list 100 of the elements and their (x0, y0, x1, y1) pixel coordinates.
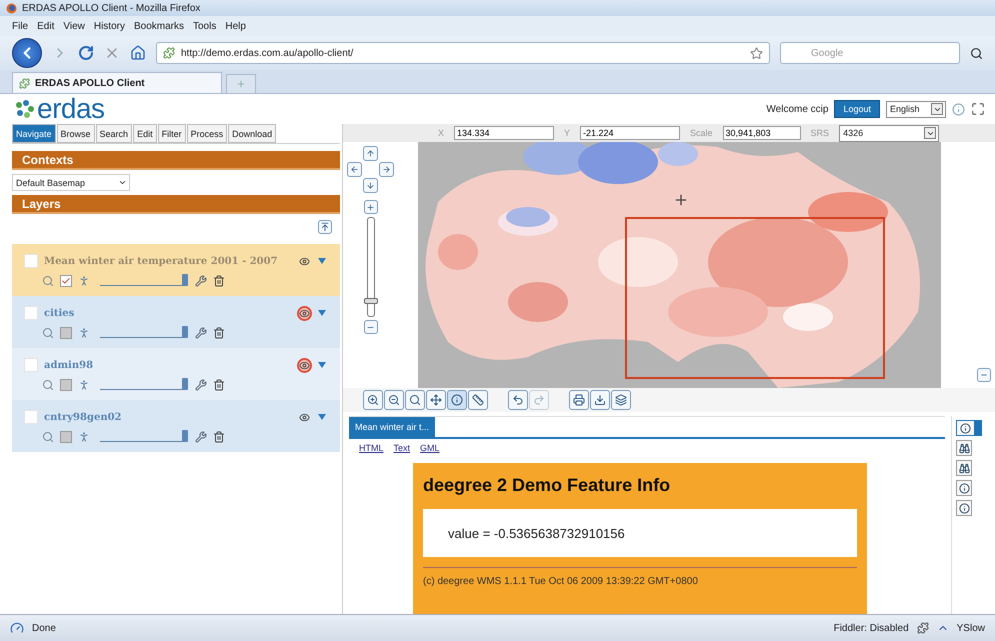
visibility-toggle[interactable] (297, 306, 312, 320)
browser-tab[interactable]: ERDAS APOLLO Client (12, 72, 222, 93)
wrench-icon[interactable] (195, 326, 207, 338)
menu-item[interactable]: Bookmarks (134, 20, 184, 32)
format-link[interactable]: HTML (359, 443, 384, 453)
result-tab[interactable]: Mean winter air t... (349, 417, 436, 437)
coordinate-field[interactable]: -21.224 (580, 126, 680, 140)
opacity-slider-thumb[interactable] (182, 430, 188, 442)
coordinate-field[interactable]: 134.334 (454, 126, 554, 140)
menu-item[interactable]: File (12, 20, 28, 32)
zoom-in-button[interactable] (363, 390, 383, 410)
layer-checkbox[interactable] (24, 358, 38, 372)
language-select[interactable]: English (886, 100, 946, 118)
query-checkbox[interactable] (60, 378, 72, 390)
zoom-box-button[interactable] (405, 390, 425, 410)
yslow-label[interactable]: YSlow (956, 622, 985, 634)
back-button[interactable] (12, 38, 42, 68)
wrench-icon[interactable] (195, 378, 207, 390)
pan-button[interactable] (426, 390, 446, 410)
srs-select[interactable]: 4326 (839, 124, 940, 142)
crosshair-icon (673, 192, 689, 208)
figure-icon[interactable] (78, 274, 90, 286)
query-checkbox[interactable] (60, 326, 72, 338)
app-tab[interactable]: Search (96, 124, 132, 143)
browser-logo-icon (6, 2, 17, 14)
layer-checkbox[interactable] (24, 306, 38, 320)
menu-item[interactable]: View (63, 20, 85, 32)
trash-icon[interactable] (213, 274, 225, 286)
search-field[interactable]: Google (780, 42, 960, 64)
layer-checkbox[interactable] (24, 410, 38, 424)
opacity-slider-thumb[interactable] (182, 326, 188, 338)
menu-item[interactable]: History (94, 20, 125, 32)
addon-icon[interactable] (916, 622, 929, 634)
app-tab[interactable]: Filter (158, 124, 186, 143)
query-checkbox[interactable] (60, 430, 72, 442)
caret-icon[interactable] (318, 310, 326, 316)
layer-checkbox[interactable] (24, 254, 38, 268)
wrench-icon[interactable] (195, 430, 207, 442)
pan-down-button[interactable] (362, 178, 378, 193)
export-button[interactable] (590, 390, 610, 410)
app-tab[interactable]: Process (186, 124, 228, 143)
print-icon (573, 394, 585, 406)
zoom-out-button[interactable] (364, 320, 378, 334)
address-field[interactable]: http://demo.erdas.com.au/apollo-client/ (156, 42, 770, 64)
info-icon[interactable] (952, 102, 965, 116)
opacity-slider-thumb[interactable] (182, 274, 188, 286)
caret-icon[interactable] (318, 258, 326, 264)
logout-button[interactable]: Logout (834, 100, 880, 118)
info-button[interactable] (956, 480, 972, 496)
eye-icon (299, 256, 310, 266)
status-text: Done (32, 622, 56, 634)
zoom-in-button[interactable] (364, 200, 378, 214)
caret-icon[interactable] (318, 414, 326, 420)
upload-button[interactable] (318, 220, 332, 234)
panel-toggle-button[interactable] (977, 368, 991, 382)
print-button[interactable] (569, 390, 589, 410)
menu-item[interactable]: Help (225, 20, 246, 32)
query-checkbox[interactable] (60, 274, 72, 286)
binoculars-button[interactable] (956, 440, 972, 456)
menu-item[interactable]: Edit (37, 20, 54, 32)
menu-item[interactable]: Tools (193, 20, 216, 32)
layers-button[interactable] (611, 390, 631, 410)
undo-button[interactable] (508, 390, 528, 410)
app-tab[interactable]: Browse (56, 124, 95, 143)
coordinate-field[interactable]: 30,941,803 (722, 126, 801, 140)
export-icon (594, 394, 606, 406)
figure-icon[interactable] (78, 326, 90, 338)
format-link[interactable]: Text (394, 443, 410, 453)
pan-left-button[interactable] (346, 162, 362, 177)
figure-icon[interactable] (78, 430, 90, 442)
bookmark-star-icon[interactable] (750, 46, 763, 60)
context-select[interactable]: Default Basemap (12, 174, 130, 191)
opacity-slider-thumb[interactable] (182, 378, 188, 390)
caret-icon[interactable] (318, 362, 326, 368)
pan-right-button[interactable] (378, 162, 394, 177)
home-icon[interactable] (130, 45, 146, 61)
pan-up-button[interactable] (362, 146, 378, 161)
format-link[interactable]: GML (420, 443, 440, 453)
wrench-icon[interactable] (195, 274, 207, 286)
zoom-slider-thumb[interactable] (364, 298, 378, 304)
app-tab[interactable]: Download (228, 124, 276, 143)
info-button[interactable] (956, 500, 972, 516)
measure-button[interactable] (468, 390, 488, 410)
trash-icon[interactable] (213, 378, 225, 390)
visibility-toggle[interactable] (297, 358, 312, 372)
trash-icon[interactable] (213, 326, 225, 338)
maximize-icon[interactable] (971, 102, 985, 116)
zoom-out-button[interactable] (384, 390, 404, 410)
reload-icon[interactable] (78, 45, 94, 61)
app-tab[interactable]: Navigate (12, 124, 56, 143)
app-tab[interactable]: Edit (133, 124, 157, 143)
plus-icon (366, 202, 375, 212)
zoom-box-icon (409, 394, 421, 406)
info-button[interactable] (956, 420, 982, 436)
figure-icon[interactable] (78, 378, 90, 390)
trash-icon[interactable] (213, 430, 225, 442)
upload-icon (320, 222, 330, 232)
info-button[interactable] (447, 390, 467, 410)
search-icon[interactable] (970, 46, 983, 60)
binoculars-button[interactable] (956, 460, 972, 476)
